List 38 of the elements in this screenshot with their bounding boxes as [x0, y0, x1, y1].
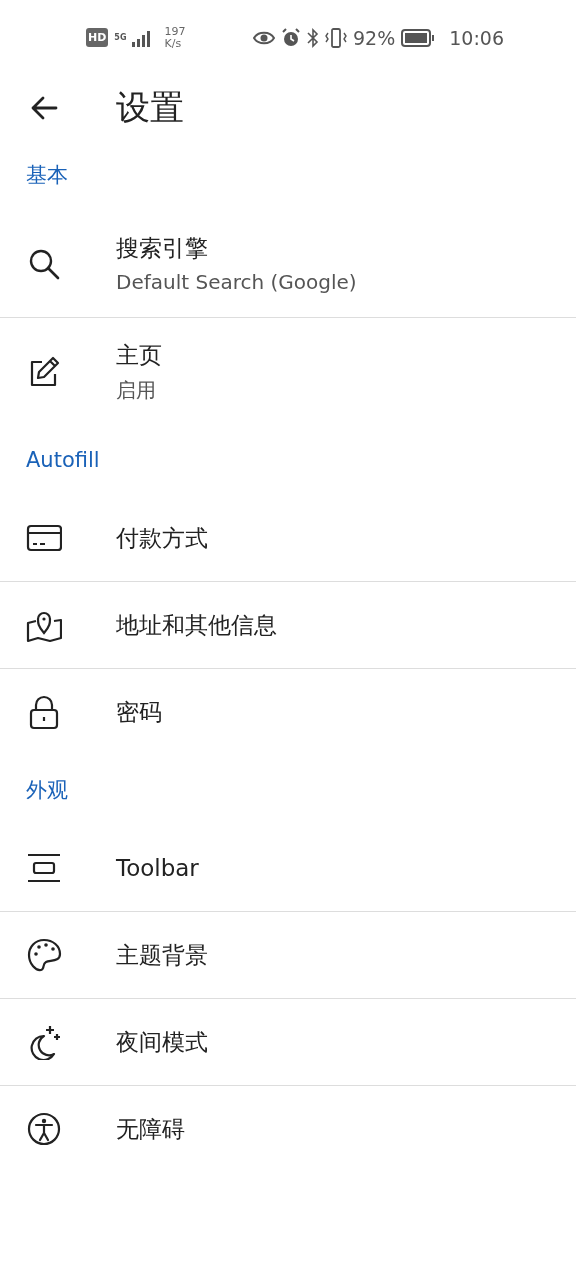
- item-title: Toolbar: [116, 855, 199, 881]
- item-title: 无障碍: [116, 1114, 185, 1144]
- settings-item[interactable]: 夜间模式: [0, 999, 576, 1086]
- item-title: 搜索引擎: [116, 234, 209, 263]
- item-title: 主页: [116, 340, 162, 370]
- speed-unit: K/s: [164, 37, 183, 50]
- item-title: 主题背景: [116, 940, 208, 970]
- bluetooth-icon: [307, 27, 319, 48]
- item-title: 付款方式: [116, 523, 208, 553]
- item-subtitle: 启用: [116, 376, 157, 404]
- settings-item[interactable]: 付款方式: [0, 495, 576, 582]
- item-title: 夜间模式: [116, 1027, 208, 1057]
- vibrate-icon: [325, 27, 347, 48]
- palette-icon: [26, 937, 62, 973]
- network-type: 5G: [114, 33, 127, 42]
- item-subtitle: Default Search (Google): [116, 270, 357, 294]
- alarm-icon: [281, 27, 301, 48]
- page-title: 设置: [116, 85, 184, 129]
- item-title: 密码: [116, 697, 162, 727]
- settings-item[interactable]: 搜索引擎 Default Search (Google): [0, 210, 576, 318]
- eye-icon: [253, 30, 275, 45]
- clock-time: 10:06: [449, 26, 504, 49]
- section-header: 基本: [26, 162, 68, 189]
- settings-item[interactable]: 密码: [0, 669, 576, 755]
- speed-value: 197: [164, 25, 186, 38]
- battery-percent: 92%: [353, 26, 396, 49]
- settings-item[interactable]: 主页 启用: [0, 318, 576, 425]
- settings-item[interactable]: 无障碍: [0, 1086, 576, 1172]
- settings-item[interactable]: Toolbar: [0, 825, 576, 912]
- settings-item[interactable]: 地址和其他信息: [0, 582, 576, 669]
- item-title: 地址和其他信息: [116, 610, 277, 640]
- hd-icon: HD: [86, 28, 109, 47]
- section-header: Autofill: [26, 448, 100, 472]
- section-header: 外观: [26, 777, 68, 804]
- settings-item[interactable]: 主题背景: [0, 912, 576, 999]
- accessibility-icon: [26, 1111, 62, 1147]
- back-arrow-icon[interactable]: [30, 95, 58, 120]
- battery-icon: [401, 28, 436, 47]
